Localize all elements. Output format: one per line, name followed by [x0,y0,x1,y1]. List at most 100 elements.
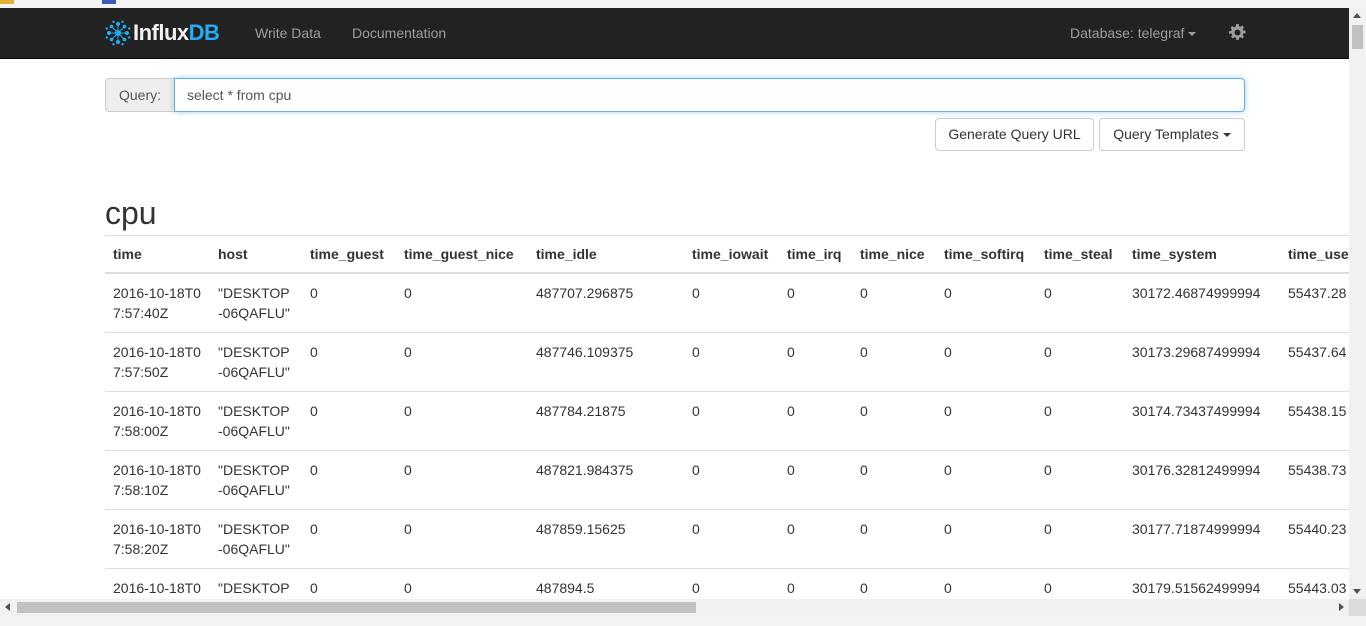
table-cell: 487821.984375 [528,449,684,509]
column-header-time-guest: time_guest [302,235,396,274]
table-row: 2016-10-18T07:58:10Z "DESKTOP-06QAFLU" 0 0 4… [105,449,1349,509]
table-cell: "DESKTOP-06QAFLU" [210,567,302,599]
table-cell: 0 [684,567,779,599]
scroll-left-arrow-icon[interactable] [5,603,10,611]
influxdb-logo-icon [105,20,131,46]
table-cell: 0 [1036,508,1124,568]
column-header-time-idle: time_idle [528,235,684,274]
table-cell: 0 [684,508,779,568]
database-dropdown[interactable]: Database: telegraf [1070,8,1197,58]
table-cell: 55438.73 [1280,449,1349,509]
table-row: 2016-10-18T07:57:40Z "DESKTOP-06QAFLU" 0 0 4… [105,272,1349,332]
query-input-group: Query: [105,78,1245,112]
horizontal-scrollbar-thumb[interactable] [17,602,696,613]
taskbar-chip [0,0,14,4]
column-header-time-system: time_system [1124,235,1280,274]
table-cell: 30173.29687499994 [1124,331,1280,391]
brand-text-influx: Influx [133,20,189,45]
table-cell: 0 [936,508,1036,568]
query-input[interactable] [174,78,1245,112]
table-cell: 0 [936,331,1036,391]
table-cell: "DESKTOP-06QAFLU" [210,331,302,391]
table-cell: 55440.23 [1280,508,1349,568]
table-cell: 0 [1036,449,1124,509]
table-cell: 2016-10-18T07:58:30Z [105,567,210,599]
table-cell: 0 [684,331,779,391]
table-cell: 0 [936,390,1036,450]
scroll-up-arrow-icon[interactable] [1353,13,1361,18]
query-label: Query: [105,78,174,112]
table-cell: 30177.71874999994 [1124,508,1280,568]
column-header-time: time [105,235,210,274]
column-header-time-iowait: time_iowait [684,235,779,274]
column-header-time-guest-nice: time_guest_nice [396,235,528,274]
browser-bottom-strip [0,616,1366,626]
table-cell: 0 [936,449,1036,509]
table-cell: 30172.46874999994 [1124,272,1280,332]
table-cell: 0 [1036,272,1124,332]
table-cell: 0 [1036,390,1124,450]
table-cell: 0 [779,390,852,450]
table-cell: 0 [779,508,852,568]
table-cell: 0 [684,449,779,509]
navbar: InfluxDB Write Data Documentation Databa… [0,8,1349,59]
table-cell: 2016-10-18T07:58:10Z [105,449,210,509]
table-cell: 487746.109375 [528,331,684,391]
table-cell: 0 [396,449,528,509]
table-cell: 0 [684,272,779,332]
table-cell: 55438.15 [1280,390,1349,450]
vertical-scrollbar-thumb[interactable] [1352,25,1363,49]
column-header-time-irq: time_irq [779,235,852,274]
table-cell: 0 [1036,331,1124,391]
table-body: 2016-10-18T07:57:40Z "DESKTOP-06QAFLU" 0 0 4… [105,272,1349,599]
scroll-down-arrow-icon[interactable] [1353,589,1361,594]
horizontal-scrollbar[interactable] [0,599,1349,616]
column-header-time-softirq: time_softirq [936,235,1036,274]
table-cell: 0 [936,272,1036,332]
table-cell: 2016-10-18T07:57:50Z [105,331,210,391]
table-cell: 55443.03 [1280,567,1349,599]
column-header-host: host [210,235,302,274]
generate-query-url-button[interactable]: Generate Query URL [935,118,1094,151]
taskbar-chip [102,0,116,4]
column-header-time-nice: time_nice [852,235,936,274]
table-cell: "DESKTOP-06QAFLU" [210,508,302,568]
table-cell: 487707.296875 [528,272,684,332]
vertical-scrollbar[interactable] [1349,8,1366,599]
table-cell: 0 [302,390,396,450]
brand-text: InfluxDB [133,20,220,46]
table-cell: 0 [779,449,852,509]
table-cell: 0 [852,272,936,332]
table-cell: 0 [779,272,852,332]
brand-text-db: DB [188,20,220,45]
table-cell: 0 [852,567,936,599]
table-cell: 0 [396,331,528,391]
scroll-right-arrow-icon[interactable] [1339,603,1344,611]
table-cell: 0 [396,567,528,599]
results-table-container[interactable]: time host time_guest time_guest_nice time_id… [105,235,1349,599]
nav-documentation-link[interactable]: Documentation [352,8,446,58]
series-title: cpu [105,195,157,231]
table-cell: 0 [302,449,396,509]
table-cell: 30176.32812499994 [1124,449,1280,509]
query-templates-button[interactable]: Query Templates [1099,118,1245,151]
nav-write-data-link[interactable]: Write Data [255,8,321,58]
gear-icon[interactable] [1229,24,1246,41]
table-cell: 0 [302,508,396,568]
table-cell: 0 [684,390,779,450]
table-cell: 0 [779,331,852,391]
table-cell: 0 [852,390,936,450]
results-table: time host time_guest time_guest_nice time_id… [105,235,1349,599]
table-cell: 30179.51562499994 [1124,567,1280,599]
database-dropdown-label: Database: telegraf [1070,25,1185,41]
table-cell: 0 [396,508,528,568]
column-header-time-steal: time_steal [1036,235,1124,274]
table-cell: 0 [852,331,936,391]
table-cell: 0 [302,331,396,391]
table-cell: 487859.15625 [528,508,684,568]
brand-logo[interactable]: InfluxDB [105,18,220,48]
table-cell: 0 [302,567,396,599]
table-header: time host time_guest time_guest_nice time_id… [105,235,1349,274]
table-cell: "DESKTOP-06QAFLU" [210,390,302,450]
scrollbar-corner [1349,599,1366,616]
